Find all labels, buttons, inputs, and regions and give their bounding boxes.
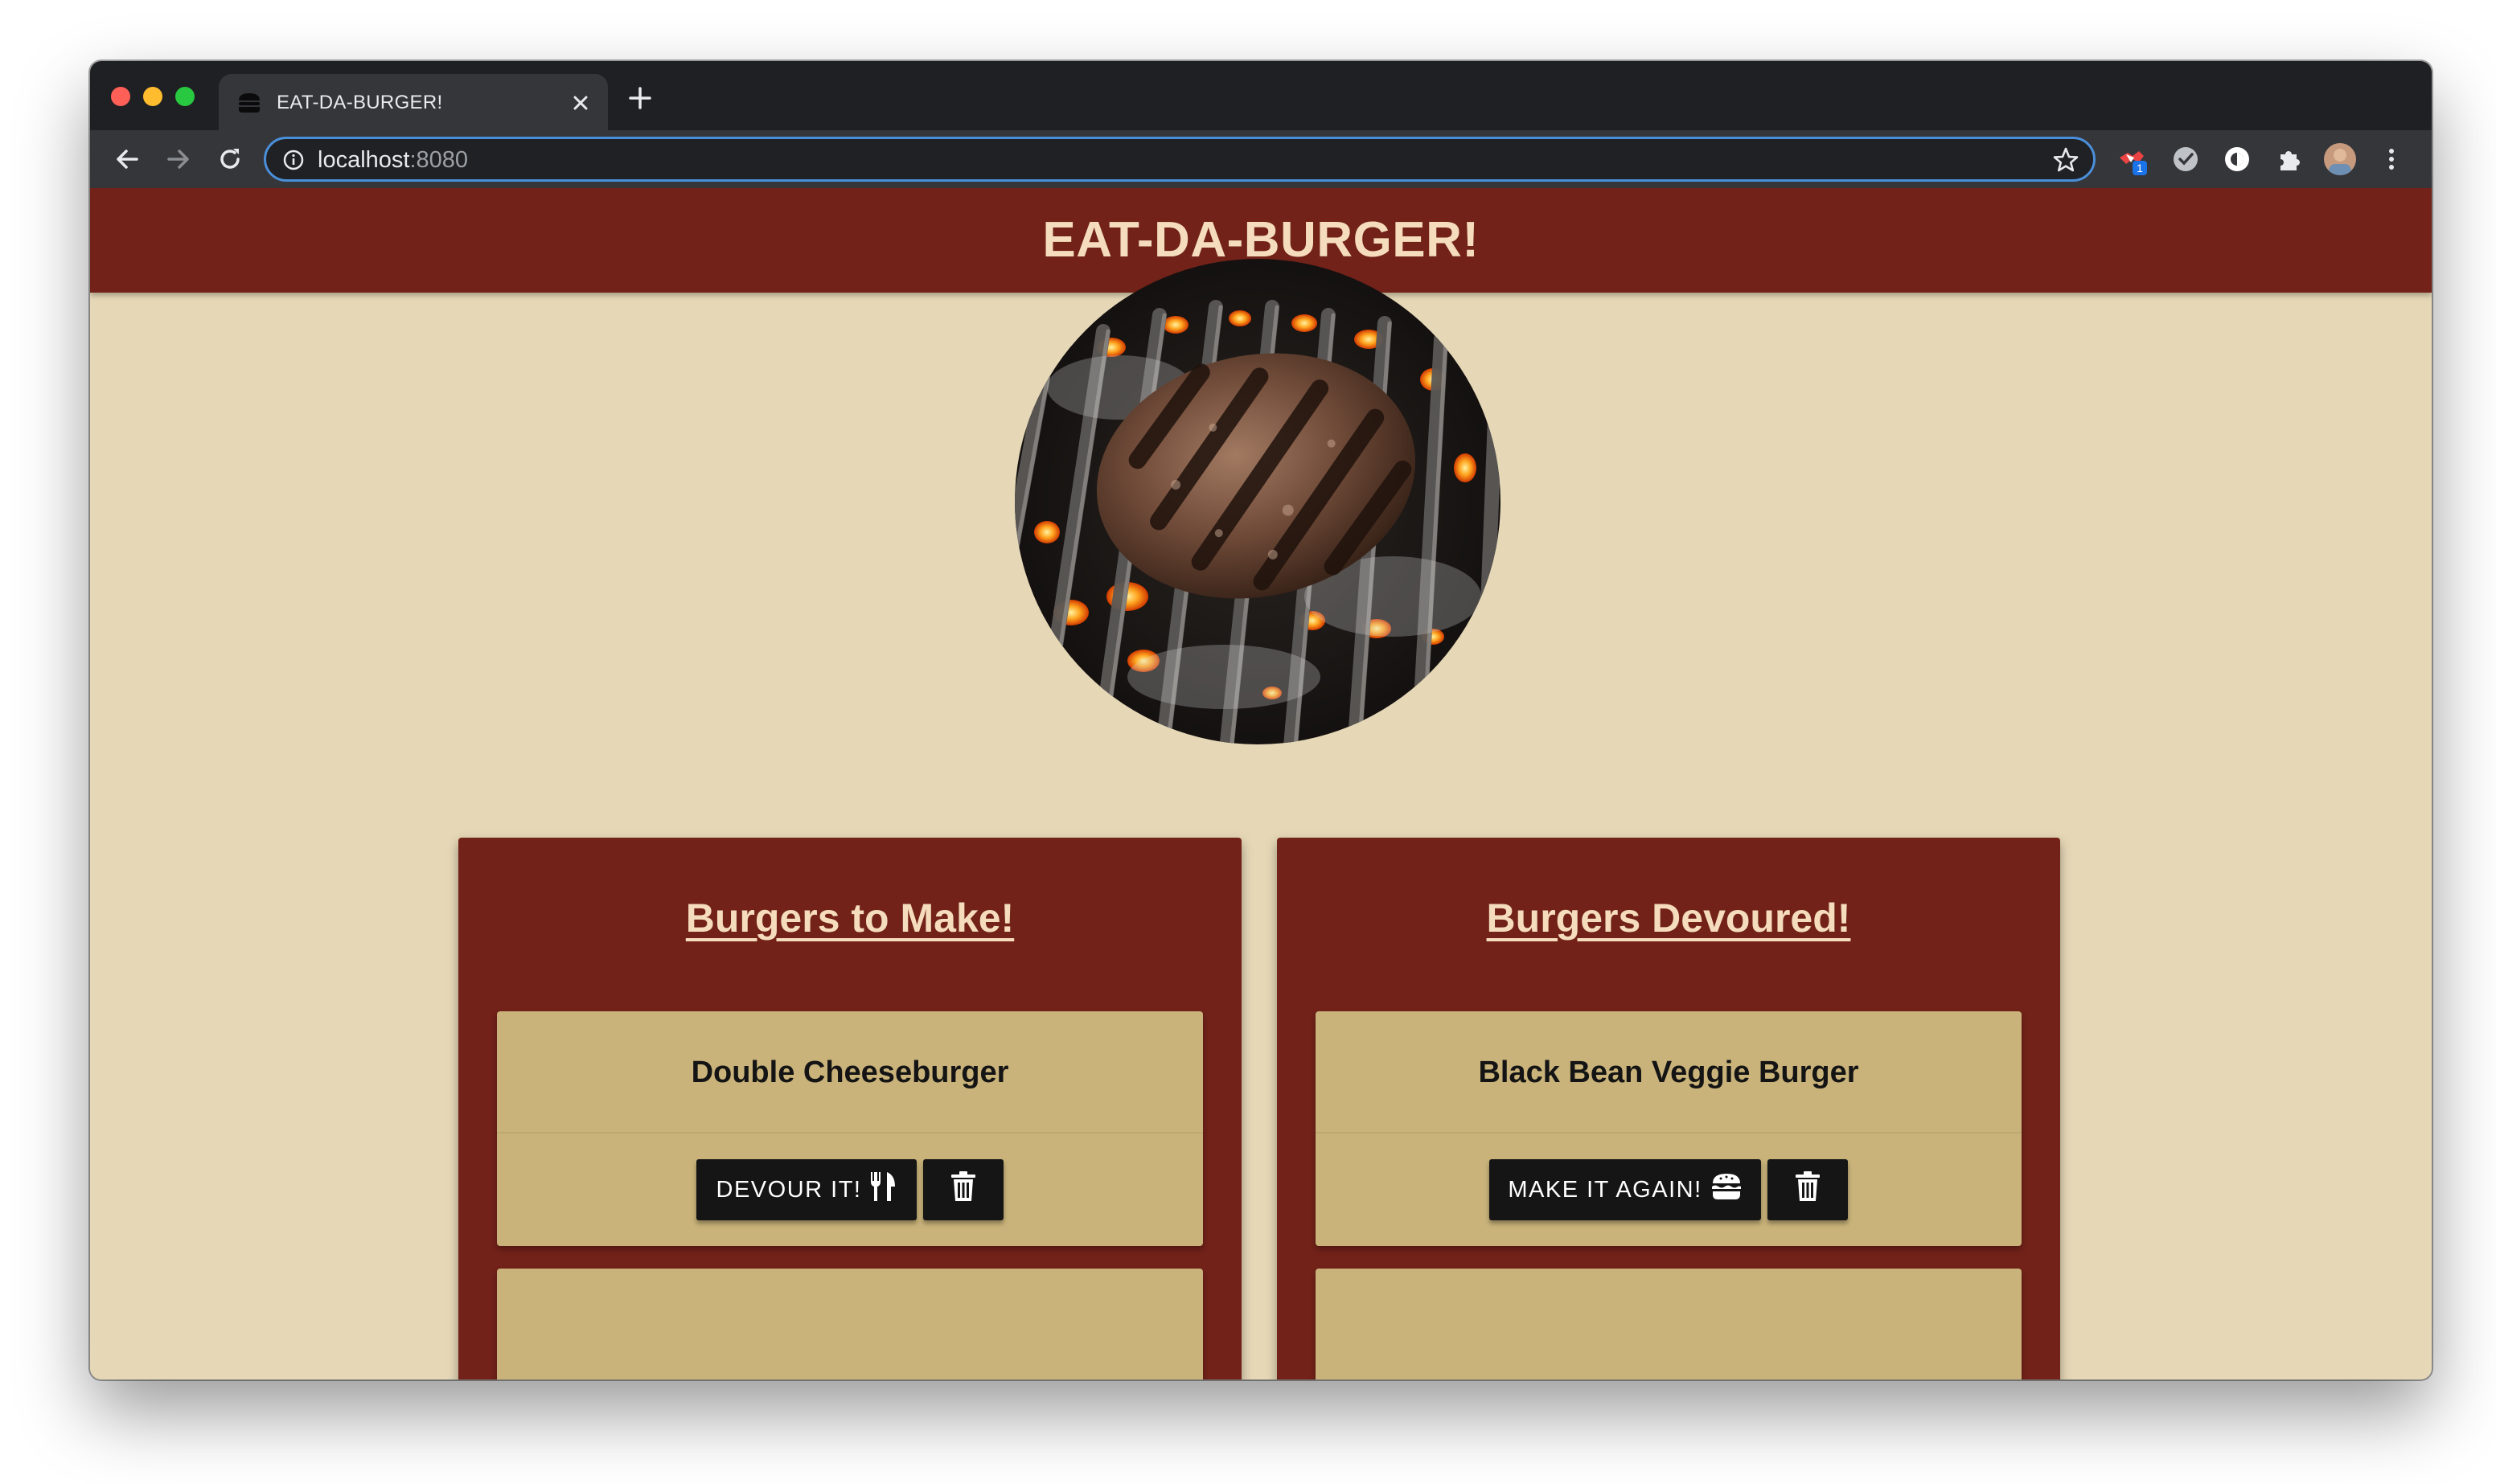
site-info-icon[interactable] [282,149,305,171]
extension-badge: 1 [2137,162,2143,174]
profile-avatar[interactable] [2321,140,2359,178]
card-actions: MAKE IT AGAIN! [1316,1159,2022,1220]
delete-button[interactable] [1767,1159,1848,1220]
new-tab-icon[interactable] [624,82,656,114]
url-text: localhost:8080 [318,146,468,174]
dark-mode-extension-icon[interactable] [2218,140,2256,178]
bookmark-star-icon[interactable] [2051,146,2080,174]
burgers-devoured-heading[interactable]: Burgers Devoured! [1277,894,2060,942]
url-port: :8080 [409,147,469,173]
utensils-icon [869,1170,897,1209]
card-actions: DEVOUR IT! [497,1159,1203,1220]
forward-arrow-icon[interactable] [161,141,196,177]
trash-icon [1794,1170,1821,1209]
tab-title: EAT-DA-BURGER! [277,92,443,113]
window-maximize-button[interactable] [175,87,195,106]
back-arrow-icon[interactable] [109,141,145,177]
burger-name: Black Bean Veggie Burger [1316,1011,2022,1133]
make-it-again-button-label: MAKE IT AGAIN! [1508,1176,1702,1203]
hamburger-icon [1710,1172,1743,1207]
url-host: localhost [318,147,410,173]
more-menu-icon[interactable] [2372,140,2411,178]
burger-card-next [497,1269,1203,1379]
puzzle-extensions-icon[interactable] [2269,140,2308,178]
burger-card-next [1316,1269,2022,1379]
trash-icon [950,1170,977,1209]
extension-icon[interactable]: 1 [2113,140,2152,178]
burger-card: Black Bean Veggie Burger MAKE IT AGAIN! [1316,1011,2022,1246]
browser-tab[interactable]: EAT-DA-BURGER! [219,74,608,130]
devour-button-label: DEVOUR IT! [716,1176,862,1203]
burgers-to-make-panel: Burgers to Make! Double Cheeseburger DEV… [458,838,1242,1379]
check-extension-icon[interactable] [2166,140,2205,178]
browser-window: EAT-DA-BURGER! localhost:8080 1 EAT-DA-B… [90,61,2432,1379]
window-close-button[interactable] [111,87,130,106]
window-minimize-button[interactable] [143,87,162,106]
browser-toolbar: localhost:8080 1 [90,130,2432,188]
burger-favicon-icon [236,90,262,116]
devour-button[interactable]: DEVOUR IT! [696,1159,917,1220]
reload-icon[interactable] [212,141,248,177]
burgers-to-make-heading[interactable]: Burgers to Make! [458,894,1242,942]
address-bar[interactable]: localhost:8080 [264,137,2096,182]
burger-card: Double Cheeseburger DEVOUR IT! [497,1011,1203,1246]
tab-strip: EAT-DA-BURGER! [90,61,2432,130]
burgers-devoured-panel: Burgers Devoured! Black Bean Veggie Burg… [1277,838,2060,1379]
burger-name: Double Cheeseburger [497,1011,1203,1133]
tab-close-icon[interactable] [568,90,593,116]
delete-button[interactable] [923,1159,1004,1220]
make-it-again-button[interactable]: MAKE IT AGAIN! [1489,1159,1761,1220]
hero-burger-image [1015,259,1500,744]
page-viewport: EAT-DA-BURGER! Burgers to Make! Double C… [90,188,2432,1379]
